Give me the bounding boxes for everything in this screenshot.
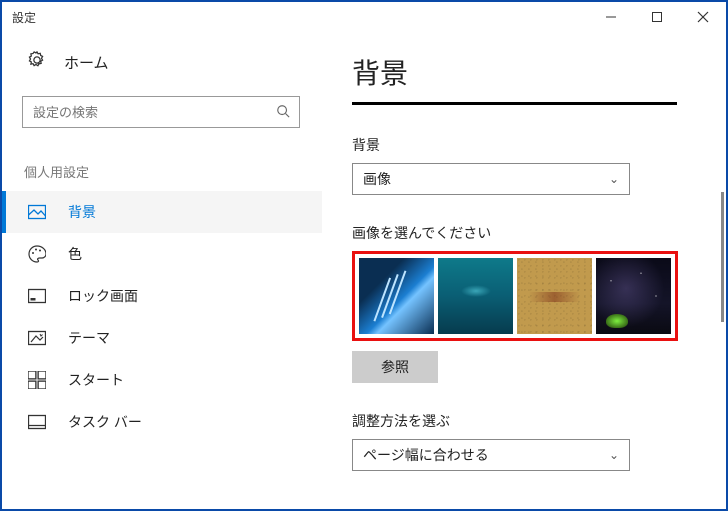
close-button[interactable] xyxy=(680,2,726,32)
gear-icon xyxy=(28,51,46,73)
scrollbar-thumb[interactable] xyxy=(721,192,724,322)
maximize-icon xyxy=(651,11,663,23)
wallpaper-thumb-3[interactable] xyxy=(517,258,592,334)
image-icon xyxy=(28,203,46,221)
wallpaper-thumb-4[interactable] xyxy=(596,258,671,334)
settings-window: 設定 ホーム xyxy=(0,0,728,511)
fit-section-label: 調整方法を選ぶ xyxy=(352,411,702,431)
sidebar-item-label: スタート xyxy=(68,370,124,390)
sidebar-item-colors[interactable]: 色 xyxy=(2,233,322,275)
sidebar-item-label: ロック画面 xyxy=(68,286,138,306)
fit-select[interactable]: ページ幅に合わせる ⌄ xyxy=(352,439,630,471)
choose-image-label: 画像を選んでください xyxy=(352,223,702,243)
recent-images-highlight xyxy=(352,251,678,341)
search-wrap xyxy=(2,84,322,136)
minimize-button[interactable] xyxy=(588,2,634,32)
sidebar: ホーム 個人用設定 背景 xyxy=(2,32,322,509)
window-controls xyxy=(588,2,726,32)
title-divider xyxy=(352,102,677,105)
content-area: ホーム 個人用設定 背景 xyxy=(2,32,726,509)
background-section-label: 背景 xyxy=(352,135,702,155)
fit-select-value: ページ幅に合わせる xyxy=(363,445,489,465)
chevron-down-icon: ⌄ xyxy=(609,448,619,462)
themes-icon xyxy=(28,329,46,347)
background-type-value: 画像 xyxy=(363,169,391,189)
background-type-select[interactable]: 画像 ⌄ xyxy=(352,163,630,195)
taskbar-icon xyxy=(28,413,46,431)
chevron-down-icon: ⌄ xyxy=(609,172,619,186)
sidebar-item-background[interactable]: 背景 xyxy=(2,191,322,233)
sidebar-item-label: テーマ xyxy=(68,328,110,348)
wallpaper-thumb-1[interactable] xyxy=(359,258,434,334)
start-icon xyxy=(28,371,46,389)
sidebar-item-label: タスク バー xyxy=(68,412,142,432)
sidebar-item-lockscreen[interactable]: ロック画面 xyxy=(2,275,322,317)
browse-button[interactable]: 参照 xyxy=(352,351,438,383)
maximize-button[interactable] xyxy=(634,2,680,32)
lockscreen-icon xyxy=(28,287,46,305)
wallpaper-thumb-2[interactable] xyxy=(438,258,513,334)
sidebar-item-label: 色 xyxy=(68,244,82,264)
page-title: 背景 xyxy=(352,52,702,92)
search-input[interactable] xyxy=(22,96,300,128)
sidebar-category: 個人用設定 xyxy=(2,136,322,191)
titlebar: 設定 xyxy=(2,2,726,32)
sidebar-item-start[interactable]: スタート xyxy=(2,359,322,401)
home-label: ホーム xyxy=(64,52,109,73)
sidebar-item-taskbar[interactable]: タスク バー xyxy=(2,401,322,443)
window-title: 設定 xyxy=(12,9,588,26)
minimize-icon xyxy=(605,11,617,23)
main-panel: 背景 背景 画像 ⌄ 画像を選んでください 参照 調整方法を選ぶ ページ幅に合わ… xyxy=(322,32,726,509)
home-link[interactable]: ホーム xyxy=(2,40,322,84)
palette-icon xyxy=(28,245,46,263)
sidebar-item-themes[interactable]: テーマ xyxy=(2,317,322,359)
sidebar-item-label: 背景 xyxy=(68,202,96,222)
close-icon xyxy=(697,11,709,23)
